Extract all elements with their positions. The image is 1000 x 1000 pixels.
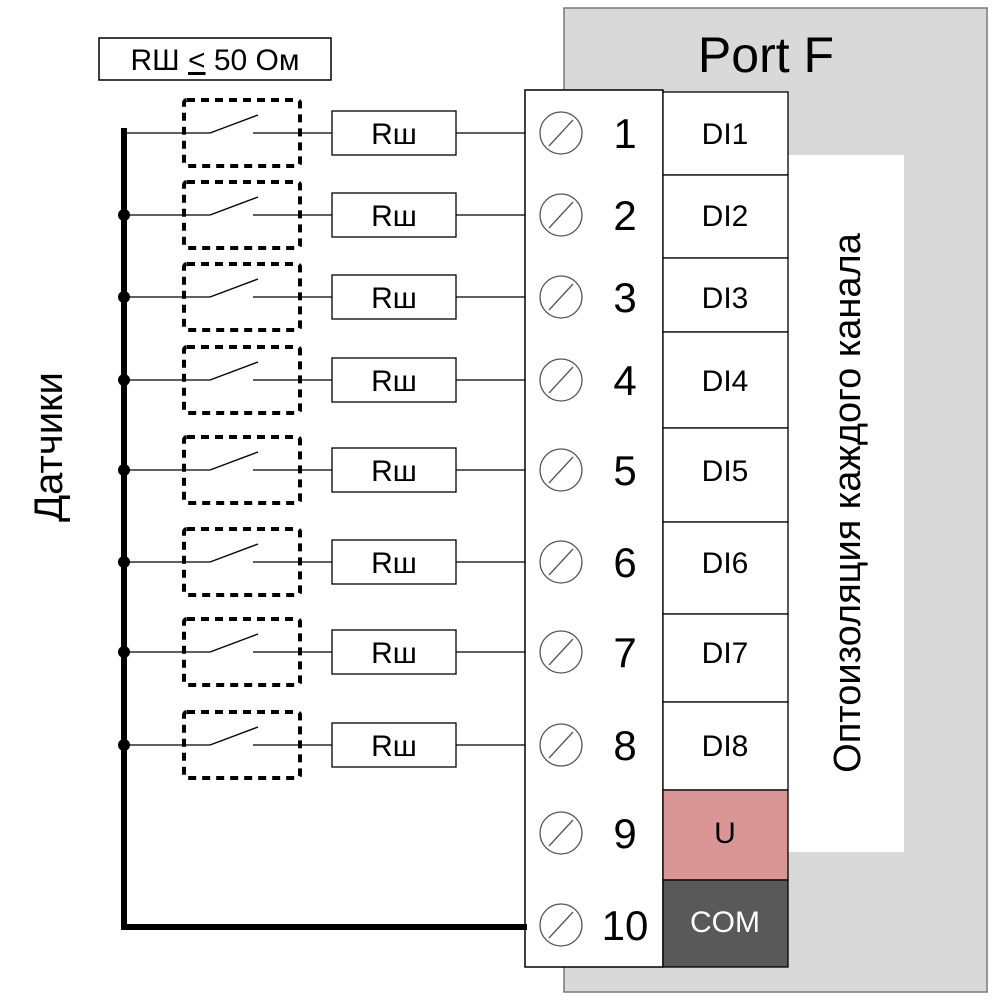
terminal-number: 6 xyxy=(613,539,636,586)
terminal-number: 2 xyxy=(613,192,636,239)
terminal-number: 1 xyxy=(613,110,636,157)
resistor-label: Rш xyxy=(371,637,417,670)
input-label: DI7 xyxy=(702,637,749,670)
resistor-label: Rш xyxy=(371,365,417,398)
switch-contact xyxy=(209,451,259,471)
input-label: DI6 xyxy=(702,547,749,580)
sensors-label: Датчики xyxy=(27,372,71,522)
resistor-label: Rш xyxy=(371,547,417,580)
common-label: COM xyxy=(690,906,760,939)
switch-contact xyxy=(209,278,259,298)
input-label: DI4 xyxy=(702,365,749,398)
input-label: DI2 xyxy=(702,200,749,233)
switch-contact xyxy=(209,633,259,653)
resistance-note: RШ < 50 Ом xyxy=(130,44,299,77)
resistor-label: Rш xyxy=(371,118,417,151)
input-label: DI3 xyxy=(702,282,749,315)
terminal-number: 8 xyxy=(613,722,636,769)
resistor-label: Rш xyxy=(371,200,417,233)
terminal-number: 5 xyxy=(613,447,636,494)
switch-contact xyxy=(209,726,259,746)
input-label: DI5 xyxy=(702,455,749,488)
resistor-label: Rш xyxy=(371,455,417,488)
input-label: DI1 xyxy=(702,118,749,151)
switch-contact xyxy=(209,114,259,134)
terminal-number: 10 xyxy=(602,902,649,949)
switch-contact xyxy=(209,361,259,381)
resistor-label: Rш xyxy=(371,282,417,315)
diagram-canvas: Port F Оптоизоляция каждого канала RШ < … xyxy=(27,7,988,993)
input-label: DI8 xyxy=(702,730,749,763)
terminal-number: 3 xyxy=(613,274,636,321)
terminal-number: 4 xyxy=(613,357,636,404)
switch-contact xyxy=(209,196,259,216)
terminal-number: 7 xyxy=(613,629,636,676)
resistor-label: Rш xyxy=(371,730,417,763)
wiring-diagram: Port F Оптоизоляция каждого канала RШ < … xyxy=(0,0,1000,1000)
switch-contact xyxy=(209,543,259,563)
port-title: Port F xyxy=(698,27,834,83)
terminal-number: 9 xyxy=(613,810,636,857)
power-label: U xyxy=(714,817,736,850)
isolation-label: Оптоизоляция каждого канала xyxy=(827,232,869,773)
